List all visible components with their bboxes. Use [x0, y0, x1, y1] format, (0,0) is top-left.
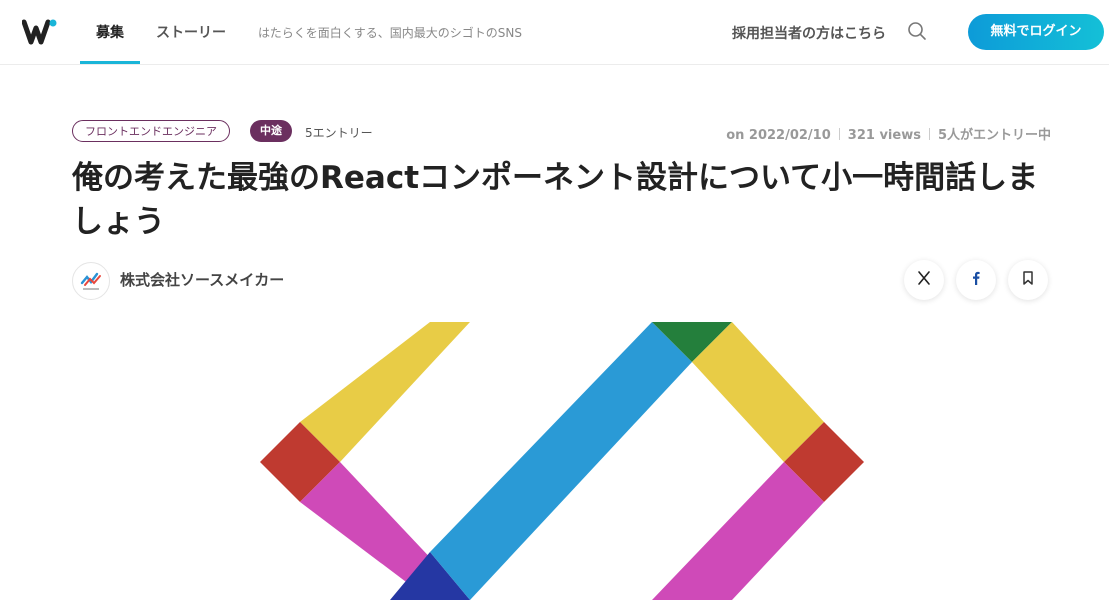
wantedly-logo[interactable]: [21, 18, 58, 46]
share-facebook-button[interactable]: [956, 260, 996, 300]
nav-recruit[interactable]: 募集: [96, 22, 124, 42]
employment-type-tag: 中途: [250, 120, 292, 142]
search-icon[interactable]: [906, 20, 928, 42]
post-meta: on 2022/02/10 321 views 5人がエントリー中: [726, 124, 1051, 143]
share-x-button[interactable]: [904, 260, 944, 300]
company-logo[interactable]: [72, 262, 110, 300]
view-count: 321 views: [847, 128, 921, 143]
divider: [928, 128, 930, 140]
slash-shape: [430, 322, 732, 600]
nav-story[interactable]: ストーリー: [156, 22, 226, 42]
bookmark-button[interactable]: [1008, 260, 1048, 300]
occupation-tag[interactable]: フロントエンドエンジニア: [72, 120, 230, 142]
company-name[interactable]: 株式会社ソースメイカー: [120, 269, 284, 290]
entry-status: 5人がエントリー中: [937, 128, 1051, 143]
tagline: はたらくを面白くする、国内最大のシゴトのSNS: [258, 26, 522, 40]
page-title: 俺の考えた最強のReactコンポーネント設計について小一時間話しましょう: [72, 160, 1039, 240]
x-icon: [916, 270, 932, 290]
login-button[interactable]: 無料でログイン: [968, 14, 1104, 50]
recruiter-link[interactable]: 採用担当者の方はこちら: [732, 23, 886, 43]
facebook-icon: [968, 270, 984, 290]
active-tab-indicator: [80, 61, 140, 64]
post-date: on 2022/02/10: [726, 128, 831, 143]
entry-count: 5エントリー: [305, 126, 373, 140]
divider: [838, 128, 840, 140]
site-header: 募集 ストーリー はたらくを面白くする、国内最大のシゴトのSNS 採用担当者の方…: [0, 0, 1109, 65]
hero-image: [0, 322, 1109, 600]
bookmark-icon: [1020, 270, 1036, 290]
